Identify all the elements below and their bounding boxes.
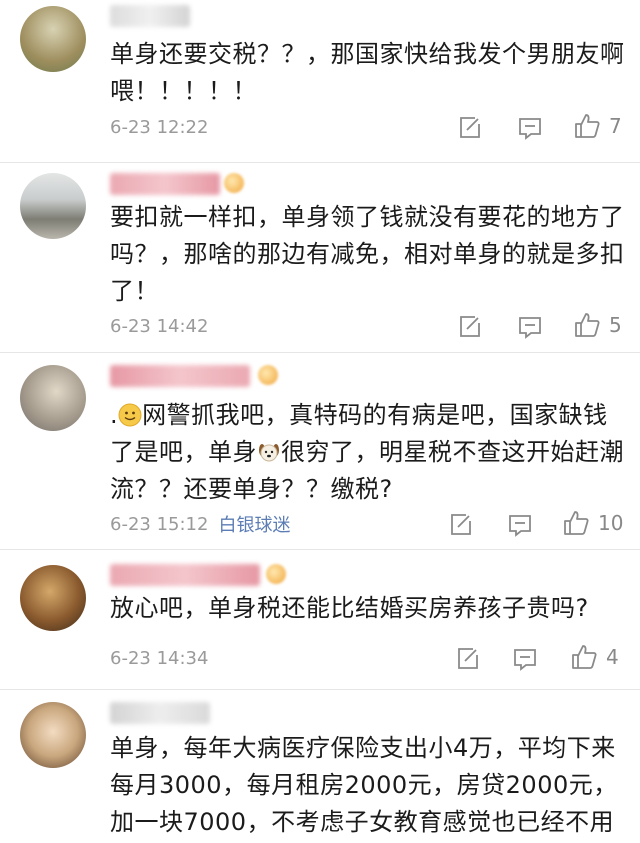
comment-source-link[interactable]: 白银球迷: [218, 511, 290, 537]
comment-icon[interactable]: [510, 644, 540, 674]
like-icon: [564, 511, 589, 535]
comment-time: 6-23 14:34: [110, 647, 209, 669]
like-icon: [572, 645, 597, 669]
username-blurred[interactable]: [110, 365, 250, 387]
comment-meta: 6-23 12:22: [110, 112, 208, 142]
like-count: 4: [606, 645, 619, 669]
comment-item-3: . 网警抓我吧，真特码的有病是吧，国家缺钱了是吧，单身 很穷了，明星税不查这开始赶潮…: [0, 353, 640, 550]
comment-time: 6-23 14:42: [110, 315, 209, 337]
avatar[interactable]: [20, 702, 86, 768]
comment-item-1: 单身还要交税？？，那国家快给我发个男朋友啊喂！！！！！ 6-23 12:22 7: [0, 0, 640, 163]
like-count: 7: [609, 114, 622, 138]
avatar[interactable]: [20, 173, 86, 239]
username-blurred[interactable]: [110, 5, 190, 27]
vip-badge-icon: [224, 173, 244, 193]
like-icon: [575, 313, 600, 337]
avatar[interactable]: [20, 365, 86, 431]
avatar[interactable]: [20, 6, 86, 72]
like-button[interactable]: 4: [570, 643, 619, 671]
comment-meta: 6-23 14:42: [110, 311, 208, 341]
comment-item-5: 单身，每年大病医疗保险支出小4万，平均下来每月3000，每月租房2000元，房贷…: [0, 690, 640, 843]
vip-badge-icon: [266, 564, 286, 584]
comment-text: 要扣就一样扣，单身领了钱就没有要花的地方了吗？，那啥的那边有减免，相对单身的就是…: [110, 203, 625, 305]
comment-icon[interactable]: [515, 113, 545, 143]
username-blurred[interactable]: [110, 173, 220, 195]
edit-icon[interactable]: [455, 113, 485, 143]
like-count: 10: [598, 511, 624, 535]
comment-text: 单身，每年大病医疗保险支出小4万，平均下来每月3000，每月租房2000元，房贷…: [110, 734, 618, 836]
like-button[interactable]: 10: [562, 509, 623, 537]
comment-text: 单身还要交税？？，那国家快给我发个男朋友啊喂！！！！！: [110, 40, 625, 105]
comment-text: . 网警抓我吧，真特码的有病是吧，国家缺钱了是吧，单身 很穷了，明星税不查这开始赶潮…: [110, 401, 624, 503]
dog-emoji-icon: [259, 444, 279, 462]
like-icon: [575, 114, 600, 138]
comment-text: 放心吧，单身税还能比结婚买房养孩子贵吗?: [110, 594, 589, 622]
comment-time: 6-23 12:22: [110, 116, 209, 138]
comment-feed: 单身还要交税？？，那国家快给我发个男朋友啊喂！！！！！ 6-23 12:22 7…: [0, 0, 640, 843]
edit-icon[interactable]: [453, 644, 483, 674]
like-button[interactable]: 5: [573, 311, 622, 339]
smile-emoji-icon: [118, 403, 142, 427]
edit-icon[interactable]: [455, 312, 485, 342]
comment-time: 6-23 15:12: [110, 513, 209, 535]
comment-item-4: 放心吧，单身税还能比结婚买房养孩子贵吗? 6-23 14:34 4: [0, 550, 640, 690]
comment-meta: 6-23 15:12 白银球迷: [110, 509, 290, 539]
like-button[interactable]: 7: [573, 112, 622, 140]
vip-badge-icon: [258, 365, 278, 385]
avatar[interactable]: [20, 565, 86, 631]
like-count: 5: [609, 313, 622, 337]
comment-icon[interactable]: [515, 312, 545, 342]
comment-icon[interactable]: [505, 510, 535, 540]
comment-item-2: 要扣就一样扣，单身领了钱就没有要花的地方了吗？，那啥的那边有减免，相对单身的就是…: [0, 163, 640, 353]
username-blurred[interactable]: [110, 702, 210, 724]
edit-icon[interactable]: [446, 510, 476, 540]
username-blurred[interactable]: [110, 564, 260, 586]
comment-meta: 6-23 14:34: [110, 643, 208, 673]
